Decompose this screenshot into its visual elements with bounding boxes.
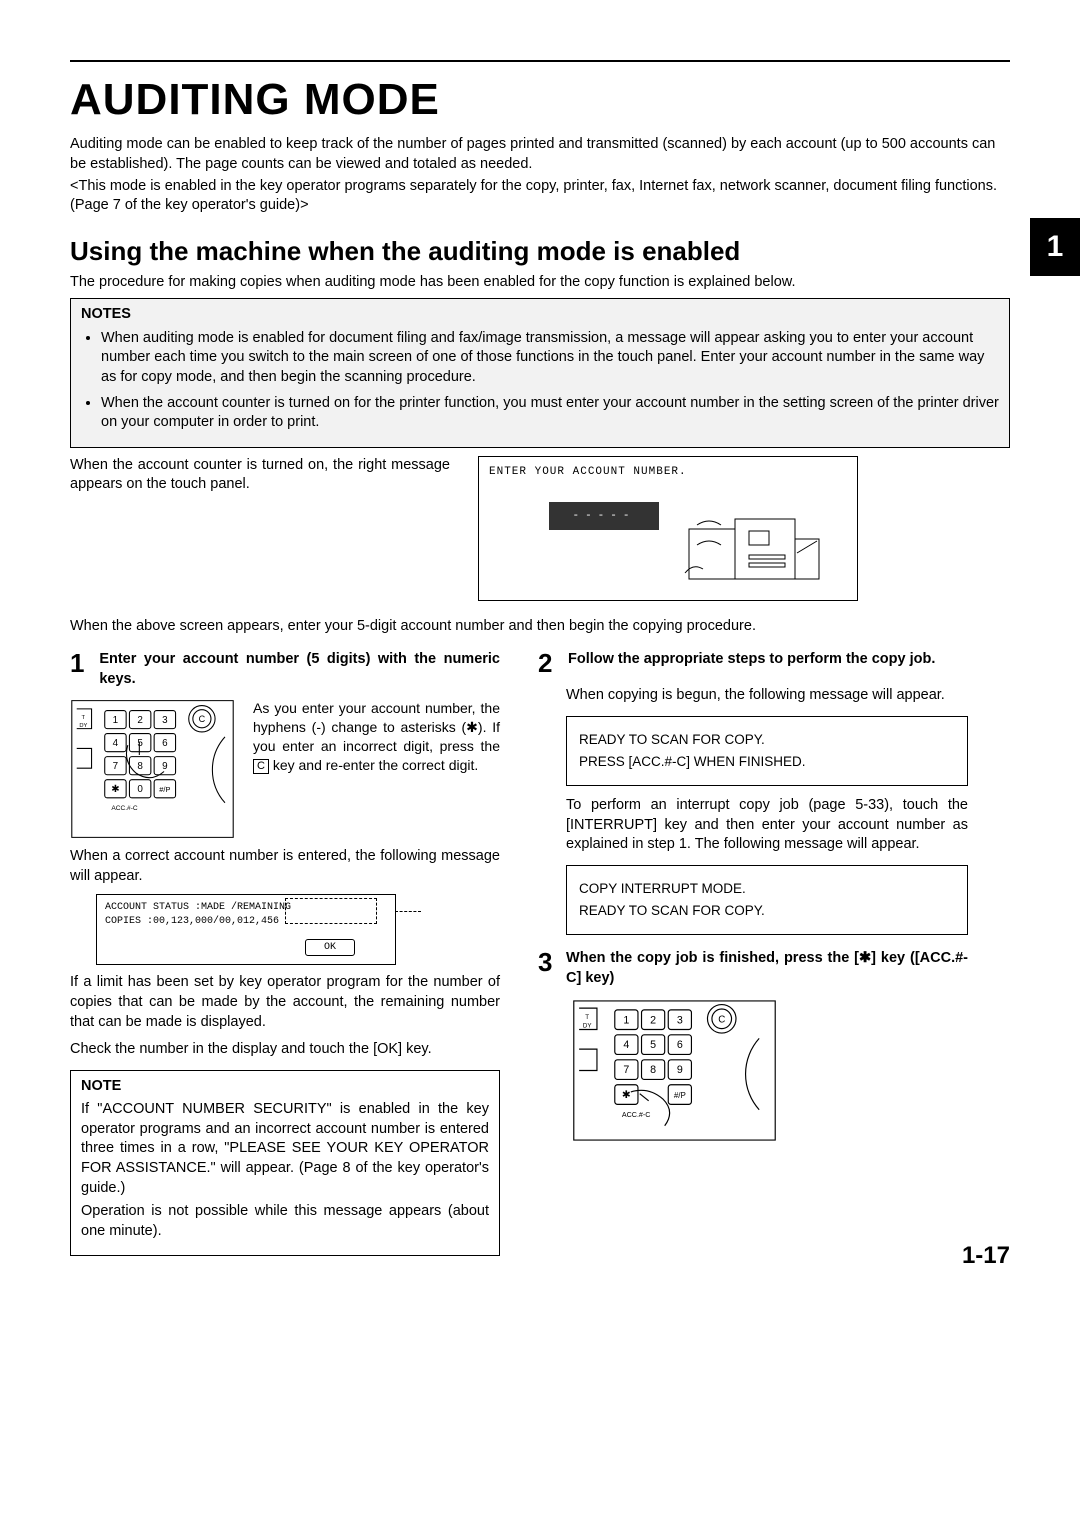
note-box-2: NOTE If "ACCOUNT NUMBER SECURITY" is ena… (70, 1070, 500, 1257)
svg-text:7: 7 (623, 1065, 629, 1077)
svg-text:DY: DY (79, 723, 87, 729)
touch-panel-header: ENTER YOUR ACCOUNT NUMBER. (489, 465, 847, 480)
svg-text:9: 9 (162, 761, 168, 772)
svg-text:ACC.#-C: ACC.#-C (622, 1111, 651, 1119)
svg-text:9: 9 (677, 1065, 683, 1077)
svg-text:2: 2 (650, 1015, 656, 1027)
svg-text:T: T (82, 715, 86, 721)
intro-p1: Auditing mode can be enabled to keep tra… (70, 135, 1010, 174)
note2-title: NOTE (81, 1077, 489, 1097)
svg-text:6: 6 (162, 738, 168, 749)
notes-item: When the account counter is turned on fo… (101, 394, 999, 433)
account-status-box: ACCOUNT STATUS :MADE /REMAINING COPIES :… (96, 894, 396, 965)
svg-text:✱: ✱ (111, 784, 119, 795)
keypad-illustration-1: 1 2 3 4 5 6 7 8 9 ✱ 0 #/P C ACC.#-C T DY (70, 699, 235, 839)
step-1-title: Enter your account number (5 digits) wit… (99, 650, 500, 689)
c-key-icon: C (253, 759, 269, 774)
svg-text:6: 6 (677, 1040, 683, 1052)
p-limit: If a limit has been set by key operator … (70, 973, 500, 1032)
notes-title: NOTES (81, 305, 999, 325)
svg-text:1: 1 (113, 715, 119, 726)
notes-box: NOTES When auditing mode is enabled for … (70, 298, 1010, 447)
svg-text:C: C (718, 1015, 725, 1026)
svg-text:8: 8 (137, 761, 143, 772)
step-number-1: 1 (70, 650, 91, 689)
note2-p2: Operation is not possible while this mes… (81, 1202, 489, 1241)
svg-text:5: 5 (650, 1040, 656, 1052)
step-number-3: 3 (538, 949, 558, 988)
intro-p2: <This mode is enabled in the key operato… (70, 177, 1010, 216)
step1-after-pad: When a correct account number is entered… (70, 847, 500, 886)
svg-text:T: T (585, 1014, 589, 1021)
leader-line (395, 911, 421, 912)
interrupt-l1: COPY INTERRUPT MODE. (579, 880, 955, 898)
right-column: 2 Follow the appropriate steps to perfor… (538, 650, 968, 1256)
svg-text:C: C (199, 714, 206, 724)
asterisk-icon: ✱ (859, 950, 871, 966)
svg-text:0: 0 (137, 784, 143, 795)
svg-text:5: 5 (137, 738, 143, 749)
note2-p1: If "ACCOUNT NUMBER SECURITY" is enabled … (81, 1100, 489, 1198)
svg-text:3: 3 (677, 1015, 683, 1027)
svg-text:DY: DY (583, 1023, 592, 1030)
ready-scan-l2: PRESS [ACC.#-C] WHEN FINISHED. (579, 753, 955, 771)
keypad-illustration-2: 1 2 3 4 5 6 7 8 9 ✱ #/P C ACC.#-C T DY (572, 998, 777, 1150)
svg-text:3: 3 (162, 715, 168, 726)
touch-after-text: When the above screen appears, enter you… (70, 617, 1010, 637)
svg-text:2: 2 (137, 715, 143, 726)
ok-button[interactable]: OK (305, 939, 355, 957)
page-title: AUDITING MODE (70, 60, 1010, 129)
step-2-title: Follow the appropriate steps to perform … (568, 650, 935, 676)
step2-p2: To perform an interrupt copy job (page 5… (566, 796, 968, 855)
ready-scan-l1: READY TO SCAN FOR COPY. (579, 731, 955, 749)
svg-text:4: 4 (113, 738, 119, 749)
svg-text:1: 1 (623, 1015, 629, 1027)
interrupt-l2: READY TO SCAN FOR COPY. (579, 902, 955, 920)
section-heading: Using the machine when the auditing mode… (70, 234, 1010, 269)
svg-text:#/P: #/P (674, 1092, 686, 1101)
step-3-title: When the copy job is finished, press the… (566, 949, 968, 988)
svg-text:#/P: #/P (159, 785, 170, 794)
chapter-tab: 1 (1030, 218, 1080, 276)
page-number: 1-17 (962, 1240, 1010, 1272)
svg-text:ACC.#-C: ACC.#-C (111, 806, 138, 813)
interrupt-box: COPY INTERRUPT MODE. READY TO SCAN FOR C… (566, 865, 968, 935)
step2-p1: When copying is begun, the following mes… (566, 686, 968, 706)
notes-item: When auditing mode is enabled for docume… (101, 329, 999, 388)
asterisk-icon: ✱ (466, 719, 478, 735)
step-1-text: As you enter your account number, the hy… (253, 699, 500, 775)
svg-text:7: 7 (113, 761, 119, 772)
ready-scan-box: READY TO SCAN FOR COPY. PRESS [ACC.#-C] … (566, 716, 968, 786)
intro-block: Auditing mode can be enabled to keep tra… (70, 135, 1010, 215)
p-check: Check the number in the display and touc… (70, 1040, 500, 1060)
touch-panel-illustration: ENTER YOUR ACCOUNT NUMBER. ----- (478, 456, 858, 601)
printer-icon (679, 499, 829, 589)
remaining-highlight (285, 898, 377, 924)
touch-text: When the account counter is turned on, t… (70, 456, 450, 495)
svg-text:4: 4 (623, 1040, 629, 1052)
step-number-2: 2 (538, 650, 560, 676)
svg-text:8: 8 (650, 1065, 656, 1077)
touch-panel-dashes: ----- (549, 502, 659, 530)
svg-text:✱: ✱ (622, 1090, 631, 1102)
section-lead: The procedure for making copies when aud… (70, 273, 1010, 293)
left-column: 1 Enter your account number (5 digits) w… (70, 650, 500, 1256)
